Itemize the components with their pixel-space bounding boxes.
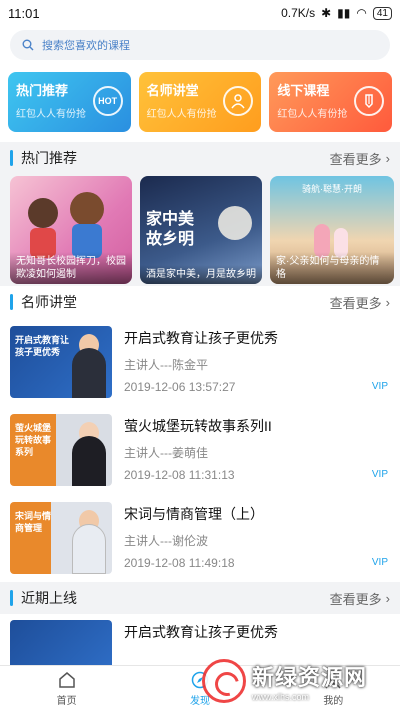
cartoon-head-icon — [28, 198, 58, 228]
lecture-speaker: 主讲人---陈金平 — [124, 357, 208, 372]
app-page: 11:01 0.7K/s ✱ ▮▮ ◠ 41 搜索您喜欢的课程 热门推荐 红包人… — [0, 0, 400, 711]
lecture-item[interactable]: 开启式教育让孩子更优秀 开启式教育让孩子更优秀 主讲人---陈金平 2019-1… — [0, 318, 400, 406]
discover-icon — [191, 671, 209, 689]
view-more-label: 查看更多 — [329, 295, 382, 311]
view-more-label: 查看更多 — [329, 151, 382, 167]
section-accent-bar — [10, 590, 13, 606]
recent-section-header: 近期上线 查看更多 › — [0, 582, 400, 614]
thumbnail-title: 萤火城堡玩转故事系列 — [15, 423, 52, 457]
view-more-link[interactable]: 查看更多 › — [330, 149, 390, 168]
view-more-label: 查看更多 — [329, 591, 382, 607]
lecture-title: 开启式教育让孩子更优秀 — [124, 624, 278, 640]
moon-icon — [218, 206, 252, 240]
hot-card[interactable]: 无知哥长校园挥刀，校园欺凌如何遏制 — [10, 176, 132, 284]
lecture-title: 开启式教育让孩子更优秀 — [124, 330, 278, 346]
lecture-thumbnail: 萤火城堡玩转故事系列 — [10, 414, 112, 486]
hot-card-overlay: 家中美 故乡明 — [146, 210, 194, 250]
category-row: 热门推荐 红包人人有份抢 HOT 名师讲堂 红包人人有份抢 线下课程 红包人人有… — [0, 66, 400, 142]
search-area: 搜索您喜欢的课程 — [0, 26, 400, 66]
tab-discover[interactable]: 发现 — [133, 666, 266, 711]
hot-icon: HOT — [92, 86, 123, 116]
lecture-title: 萤火城堡玩转故事系列II — [124, 418, 272, 434]
lecture-info: 萤火城堡玩转故事系列II 主讲人---姜萌佳 2019-12-08 11:31:… — [124, 414, 390, 486]
network-speed: 0.7K/s — [281, 6, 316, 20]
search-icon — [22, 39, 34, 51]
category-offline[interactable]: 线下课程 红包人人有份抢 — [269, 72, 393, 132]
hot-card[interactable]: 家中美 故乡明 酒是家中美，月是故乡明 — [140, 176, 262, 284]
lecture-thumbnail: 宋词与情商管理 — [10, 502, 112, 574]
hot-section-header: 热门推荐 查看更多 › — [0, 142, 400, 174]
chevron-right-icon: › — [385, 590, 390, 606]
status-bar: 11:01 0.7K/s ✱ ▮▮ ◠ 41 — [0, 0, 400, 26]
vip-badge: VIP — [371, 381, 388, 392]
status-right: 0.7K/s ✱ ▮▮ ◠ 41 — [281, 6, 392, 20]
category-teacher[interactable]: 名师讲堂 红包人人有份抢 — [138, 72, 262, 132]
section-title: 热门推荐 — [21, 150, 77, 166]
section-title: 近期上线 — [21, 590, 77, 606]
chevron-right-icon: › — [385, 150, 390, 166]
view-more-link[interactable]: 查看更多 › — [330, 589, 390, 608]
thumbnail-title: 开启式教育让孩子更优秀 — [15, 335, 70, 357]
lecture-title: 宋词与情商管理（上） — [124, 506, 264, 522]
hot-card-caption: 无知哥长校园挥刀，校园欺凌如何遏制 — [10, 252, 132, 284]
lecture-list: 开启式教育让孩子更优秀 开启式教育让孩子更优秀 主讲人---陈金平 2019-1… — [0, 318, 400, 582]
hot-card-tag: 骑航·聪慧·开朗 — [302, 184, 362, 194]
overlay-line-2: 故乡明 — [146, 231, 195, 248]
thumbnail-title: 宋词与情商管理 — [15, 511, 52, 533]
cartoon-head-icon — [70, 192, 104, 226]
section-title-wrap: 近期上线 — [10, 588, 77, 608]
lecture-info: 开启式教育让孩子更优秀 — [124, 620, 390, 668]
tab-label: 首页 — [56, 696, 77, 707]
speaker-body-icon — [72, 436, 106, 486]
vip-badge: VIP — [371, 469, 388, 480]
wifi-icon: ◠ — [356, 6, 367, 20]
section-title-wrap: 热门推荐 — [10, 148, 77, 168]
section-accent-bar — [10, 294, 13, 310]
section-accent-bar — [10, 150, 13, 166]
hot-card-caption: 家·父亲如何与母亲的情格 — [270, 252, 394, 284]
tab-profile[interactable]: 我的 — [267, 666, 400, 711]
pencil-icon — [354, 86, 385, 116]
chevron-right-icon: › — [385, 294, 390, 310]
lecture-thumbnail: 开启式教育让孩子更优秀 — [10, 326, 112, 398]
lecture-time: 2019-12-08 11:49:18 — [124, 556, 235, 570]
hot-carousel[interactable]: 无知哥长校园挥刀，校园欺凌如何遏制 家中美 故乡明 酒是家中美，月是故乡明 骑航… — [0, 174, 400, 286]
lecture-item[interactable]: 宋词与情商管理 宋词与情商管理（上） 主讲人---谢伦波 2019-12-08 … — [0, 494, 400, 582]
teacher-section-header: 名师讲堂 查看更多 › — [0, 286, 400, 318]
signal-icon: ▮▮ — [337, 6, 351, 20]
section-title-wrap: 名师讲堂 — [10, 292, 77, 312]
hot-card-caption: 酒是家中美，月是故乡明 — [140, 265, 262, 284]
lecture-item[interactable]: 萤火城堡玩转故事系列 萤火城堡玩转故事系列II 主讲人---姜萌佳 2019-1… — [0, 406, 400, 494]
lecture-speaker: 主讲人---姜萌佳 — [124, 445, 208, 460]
lecture-speaker: 主讲人---谢伦波 — [124, 533, 208, 548]
category-hot[interactable]: 热门推荐 红包人人有份抢 HOT — [8, 72, 131, 132]
search-input[interactable]: 搜索您喜欢的课程 — [10, 30, 390, 60]
lecture-info: 宋词与情商管理（上） 主讲人---谢伦波 2019-12-08 11:49:18 — [124, 502, 390, 574]
tab-home[interactable]: 首页 — [0, 666, 133, 711]
vip-badge: VIP — [371, 557, 388, 568]
bluetooth-icon: ✱ — [321, 6, 332, 20]
speaker-body-icon — [72, 524, 106, 574]
tab-label: 我的 — [323, 696, 344, 707]
lecture-info: 开启式教育让孩子更优秀 主讲人---陈金平 2019-12-06 13:57:2… — [124, 326, 390, 398]
lecture-time: 2019-12-06 13:57:27 — [124, 380, 236, 394]
tab-label: 发现 — [189, 696, 210, 707]
status-time: 11:01 — [8, 5, 40, 21]
home-icon — [58, 672, 75, 688]
section-title: 名师讲堂 — [21, 294, 77, 310]
hot-card[interactable]: 骑航·聪慧·开朗 家·父亲如何与母亲的情格 — [270, 176, 394, 284]
view-more-link[interactable]: 查看更多 › — [330, 293, 390, 312]
speaker-body-icon — [72, 348, 106, 398]
search-placeholder: 搜索您喜欢的课程 — [42, 40, 130, 52]
overlay-line-1: 家中美 — [146, 211, 195, 228]
lecture-time: 2019-12-08 11:31:13 — [124, 468, 235, 482]
battery-icon: 41 — [372, 6, 392, 20]
bottom-tab-bar: 首页 发现 我的 — [0, 665, 400, 711]
profile-icon — [325, 672, 341, 689]
